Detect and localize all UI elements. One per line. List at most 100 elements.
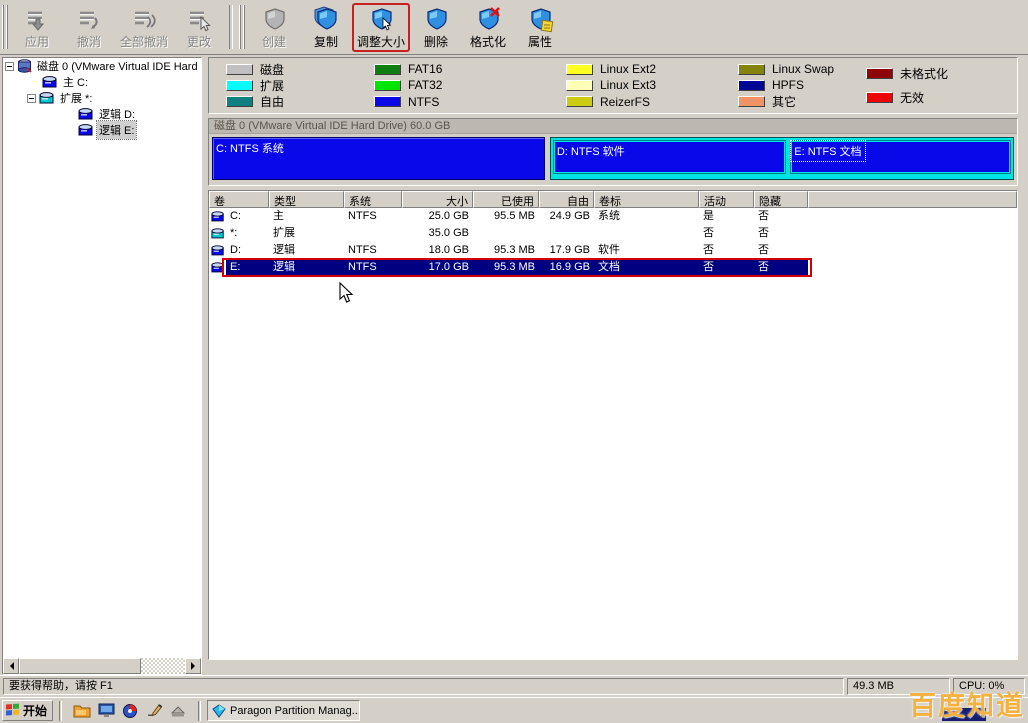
legend-label: 磁盘 [260,61,284,78]
cell-size: 17.0 GB [402,259,473,276]
cell-type: 扩展 [269,225,344,242]
tree-item-label: 扩展 *: [58,89,94,107]
scroll-left-button[interactable] [3,658,19,674]
create-icon [260,6,288,34]
toolbar-gripper[interactable] [239,5,246,49]
disk-map-bar: C: NTFS 系统 D: NTFS 软件 E: NTFS 文档 [209,134,1017,184]
media-player-icon[interactable] [120,701,140,721]
volume-row-D:[interactable]: D:逻辑NTFS18.0 GB95.3 MB17.9 GB软件否否 [209,242,1017,259]
cell-volume: E: [226,259,269,276]
legend-swatch [738,64,765,75]
cell-free: 17.9 GB [539,242,594,259]
pen-icon[interactable] [144,701,164,721]
toolbar-button-复制[interactable]: 复制 [300,3,352,52]
properties-icon [526,6,554,34]
disk-map-title: 磁盘 0 (VMware Virtual IDE Hard Drive) 60.… [209,119,1017,134]
column-header-活动[interactable]: 活动 [699,191,754,208]
status-help-text: 要获得帮助，请按 F1 [3,678,844,695]
tree-item-主-C:[interactable]: 主 C: [3,74,201,90]
legend-item: 未格式化 [866,65,1017,81]
volume-row-C:[interactable]: C:主NTFS25.0 GB95.5 MB24.9 GB系统是否 [209,208,1017,225]
task-button-label: Paragon Partition Manag... [230,705,360,717]
cell-label [594,225,699,242]
start-button[interactable]: 开始 [2,700,53,721]
toolbar-button-格式化[interactable]: 格式化 [462,3,514,52]
partition-block-label: D: NTFS 软件 [554,141,628,161]
partition-icon [78,108,94,121]
desktop-icon[interactable] [96,701,116,721]
column-header-系统[interactable]: 系统 [344,191,402,208]
legend-column: 未格式化无效 [866,61,1017,110]
toolbar-button-更改[interactable]: 更改 [173,3,225,52]
task-button-paragon[interactable]: Paragon Partition Manag... [207,700,360,721]
apply-icon [23,6,51,34]
tree-item-扩展-*:[interactable]: 扩展 *: [3,90,201,106]
partition-block-c[interactable]: C: NTFS 系统 [212,137,545,180]
cell-hidden: 否 [754,208,808,225]
legend-item: FAT16 [374,61,566,77]
folder-icon[interactable] [72,701,92,721]
legend-swatch [374,96,401,107]
scrollbar-thumb[interactable] [19,658,141,674]
cell-active: 是 [699,208,754,225]
toolbar-button-调整大小[interactable]: 调整大小 [352,3,410,52]
legend-label: FAT16 [408,62,442,76]
toolbar-button-创建[interactable]: 创建 [248,3,300,52]
toolbar-button-应用[interactable]: 应用 [11,3,63,52]
legend-label: FAT32 [408,78,442,92]
legend-item: FAT32 [374,77,566,93]
volume-table-panel: 卷类型系统大小已使用自由卷标活动隐藏 C:主NTFS25.0 GB95.5 MB… [208,190,1018,660]
cell-label: 软件 [594,242,699,259]
scrollbar-track[interactable] [141,658,185,674]
column-header-隐藏[interactable]: 隐藏 [754,191,808,208]
toolbar-button-属性[interactable]: 属性 [514,3,566,52]
cell-system: NTFS [344,259,402,276]
column-header-卷标[interactable]: 卷标 [594,191,699,208]
filesystem-legend-panel: 磁盘扩展自由FAT16FAT32NTFSLinux Ext2Linux Ext3… [208,57,1018,114]
volume-icon [209,225,226,242]
expander-minus-icon[interactable] [5,62,14,71]
volume-row-*:[interactable]: *:扩展35.0 GB否否 [209,225,1017,242]
cell-system: NTFS [344,208,402,225]
toolbar-button-删除[interactable]: 删除 [410,3,462,52]
tree-item-逻辑-D:[interactable]: 逻辑 D: [3,106,201,122]
extended-partition-container: D: NTFS 软件 E: NTFS 文档 [550,137,1014,180]
toolbar-gripper[interactable] [2,5,9,49]
legend-label: NTFS [408,95,439,109]
column-header-自由[interactable]: 自由 [539,191,594,208]
tree-item-磁盘-0-(VMware-Virtual-IDE-Hard[interactable]: 磁盘 0 (VMware Virtual IDE Hard [3,58,201,74]
tree-horizontal-scrollbar[interactable] [3,658,201,674]
toolbar-button-撤消[interactable]: 撤消 [63,3,115,52]
show-desktop-icon[interactable] [168,701,188,721]
partition-icon [78,124,94,137]
volume-row-E:[interactable]: E:逻辑NTFS17.0 GB95.3 MB16.9 GB文档否否 [209,259,1017,276]
column-header-已使用[interactable]: 已使用 [473,191,539,208]
legend-swatch [738,96,765,107]
partition-block-e[interactable]: E: NTFS 文档 [790,140,1011,174]
partition-block-label: C: NTFS 系统 [213,138,287,158]
cell-active: 否 [699,242,754,259]
toolbar-button-label: 删除 [424,35,448,49]
column-header-filler [808,191,1017,208]
legend-swatch [374,64,401,75]
legend-swatch [226,96,253,107]
legend-label: HPFS [772,78,804,92]
cell-volume: *: [226,225,269,242]
cell-used [473,225,539,242]
cell-type: 逻辑 [269,259,344,276]
column-header-类型[interactable]: 类型 [269,191,344,208]
legend-item: Linux Ext2 [566,61,738,77]
tree-item-逻辑-E:[interactable]: 逻辑 E: [3,122,201,138]
status-bar: 要获得帮助，请按 F1 49.3 MB CPU: 0% [0,675,1028,697]
start-button-label: 开始 [23,702,47,719]
scroll-right-button[interactable] [185,658,201,674]
toolbar-button-全部撤消[interactable]: 全部撤消 [115,3,173,52]
resize-icon [367,6,395,34]
column-header-卷[interactable]: 卷 [209,191,269,208]
column-header-大小[interactable]: 大小 [402,191,473,208]
partition-block-d[interactable]: D: NTFS 软件 [553,140,786,174]
legend-swatch [374,80,401,91]
expander-minus-icon[interactable] [27,94,36,103]
quick-launch-bar [68,701,192,721]
cell-used: 95.3 MB [473,259,539,276]
